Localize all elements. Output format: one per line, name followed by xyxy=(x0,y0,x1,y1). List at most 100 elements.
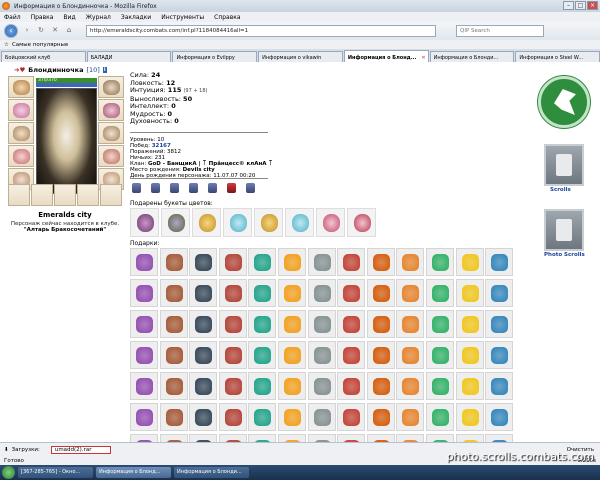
flower-bouquet[interactable] xyxy=(130,208,159,237)
gift-item[interactable] xyxy=(277,403,306,431)
tab-blondi[interactable]: Информация о Блонди... xyxy=(429,51,515,62)
gift-item[interactable] xyxy=(337,248,366,276)
gift-item[interactable] xyxy=(248,248,277,276)
equipment-slot[interactable] xyxy=(54,184,76,206)
menu-file[interactable]: Файл xyxy=(4,14,21,21)
taskbar-item[interactable]: [367-285-765] - Окно... xyxy=(18,467,93,478)
equipment-slot[interactable] xyxy=(31,184,53,206)
tab-baladi[interactable]: БАЛАДИ xyxy=(86,51,172,62)
tab-steel[interactable]: Информация о Steel W... xyxy=(515,51,600,62)
scrolls-icon[interactable] xyxy=(544,144,584,186)
photo-scrolls-icon[interactable] xyxy=(544,209,584,251)
gift-item[interactable] xyxy=(159,310,188,338)
gift-item[interactable] xyxy=(307,403,336,431)
dragon-emblem-icon[interactable] xyxy=(538,76,590,128)
equipment-slot[interactable] xyxy=(8,76,34,98)
back-arrow-icon[interactable]: ‹ xyxy=(4,24,18,38)
info-badge[interactable]: i xyxy=(102,67,107,73)
gift-item[interactable] xyxy=(455,434,484,442)
equipment-slot[interactable] xyxy=(98,99,124,121)
gift-item[interactable] xyxy=(337,341,366,369)
gift-item[interactable] xyxy=(218,248,247,276)
gift-item[interactable] xyxy=(189,248,218,276)
menu-help[interactable]: Справка xyxy=(214,14,240,21)
equipment-slot[interactable] xyxy=(8,99,34,121)
gift-item[interactable] xyxy=(425,434,454,442)
gift-item[interactable] xyxy=(366,403,395,431)
gift-item[interactable] xyxy=(425,279,454,307)
menu-tools[interactable]: Инструменты xyxy=(161,14,204,21)
gift-item[interactable] xyxy=(218,403,247,431)
equipment-slot[interactable] xyxy=(8,184,30,206)
gift-item[interactable] xyxy=(425,372,454,400)
gift-item[interactable] xyxy=(218,279,247,307)
maximize-button[interactable]: □ xyxy=(575,1,586,10)
gift-item[interactable] xyxy=(307,341,336,369)
gift-item[interactable] xyxy=(277,341,306,369)
flower-bouquet[interactable] xyxy=(285,208,314,237)
gift-item[interactable] xyxy=(159,372,188,400)
flower-bouquet[interactable] xyxy=(223,208,252,237)
gift-item[interactable] xyxy=(366,372,395,400)
gift-item[interactable] xyxy=(425,310,454,338)
taskbar-item[interactable]: Информация о Блонди... xyxy=(174,467,249,478)
flower-bouquet[interactable] xyxy=(347,208,376,237)
gift-item[interactable] xyxy=(396,248,425,276)
gift-item[interactable] xyxy=(366,310,395,338)
gift-item[interactable] xyxy=(396,310,425,338)
gift-item[interactable] xyxy=(485,248,514,276)
flower-bouquet[interactable] xyxy=(161,208,190,237)
badge-icon[interactable] xyxy=(132,183,141,193)
gift-item[interactable] xyxy=(307,372,336,400)
gift-item[interactable] xyxy=(189,372,218,400)
minimize-button[interactable]: – xyxy=(563,1,574,10)
menu-view[interactable]: Вид xyxy=(63,14,75,21)
close-window-button[interactable]: × xyxy=(587,1,598,10)
gift-item[interactable] xyxy=(248,341,277,369)
equipment-slot[interactable] xyxy=(100,184,122,206)
gift-item[interactable] xyxy=(307,248,336,276)
home-icon[interactable]: ⌂ xyxy=(64,26,74,36)
gift-item[interactable] xyxy=(277,279,306,307)
equipment-slot[interactable] xyxy=(8,122,34,144)
gift-item[interactable] xyxy=(455,310,484,338)
gift-item[interactable] xyxy=(366,279,395,307)
gift-item[interactable] xyxy=(425,248,454,276)
badge-icon[interactable] xyxy=(246,183,255,193)
gift-item[interactable] xyxy=(248,372,277,400)
gift-item[interactable] xyxy=(455,403,484,431)
badge-icon[interactable] xyxy=(151,183,160,193)
gift-item[interactable] xyxy=(396,372,425,400)
gift-item[interactable] xyxy=(485,403,514,431)
stop-icon[interactable]: ✕ xyxy=(50,26,60,36)
tab-vikawin[interactable]: Информация о vikawin xyxy=(258,51,343,62)
gift-item[interactable] xyxy=(159,279,188,307)
gift-item[interactable] xyxy=(248,310,277,338)
equipment-slot[interactable] xyxy=(77,184,99,206)
scrolls-link[interactable]: Scrolls xyxy=(550,187,600,193)
gift-item[interactable] xyxy=(366,341,395,369)
gift-item[interactable] xyxy=(130,248,158,276)
gift-item[interactable] xyxy=(189,403,218,431)
gift-item[interactable] xyxy=(307,434,336,442)
gift-item[interactable] xyxy=(425,341,454,369)
close-tab-icon[interactable]: ✕ xyxy=(421,55,425,61)
menu-bookmarks[interactable]: Закладки xyxy=(121,14,151,21)
gift-item[interactable] xyxy=(425,403,454,431)
gift-item[interactable] xyxy=(337,372,366,400)
gift-item[interactable] xyxy=(159,434,188,442)
gift-item[interactable] xyxy=(130,372,158,400)
gift-item[interactable] xyxy=(159,403,188,431)
gift-item[interactable] xyxy=(159,341,188,369)
start-button[interactable] xyxy=(2,466,15,479)
gift-item[interactable] xyxy=(277,310,306,338)
gift-item[interactable] xyxy=(248,434,277,442)
gift-item[interactable] xyxy=(159,248,188,276)
gift-item[interactable] xyxy=(485,279,514,307)
gift-item[interactable] xyxy=(485,372,514,400)
gift-item[interactable] xyxy=(218,310,247,338)
gift-item[interactable] xyxy=(248,403,277,431)
flower-bouquet[interactable] xyxy=(254,208,283,237)
photo-scrolls-link[interactable]: Photo Scrolls xyxy=(544,252,600,258)
badge-icon[interactable] xyxy=(170,183,179,193)
